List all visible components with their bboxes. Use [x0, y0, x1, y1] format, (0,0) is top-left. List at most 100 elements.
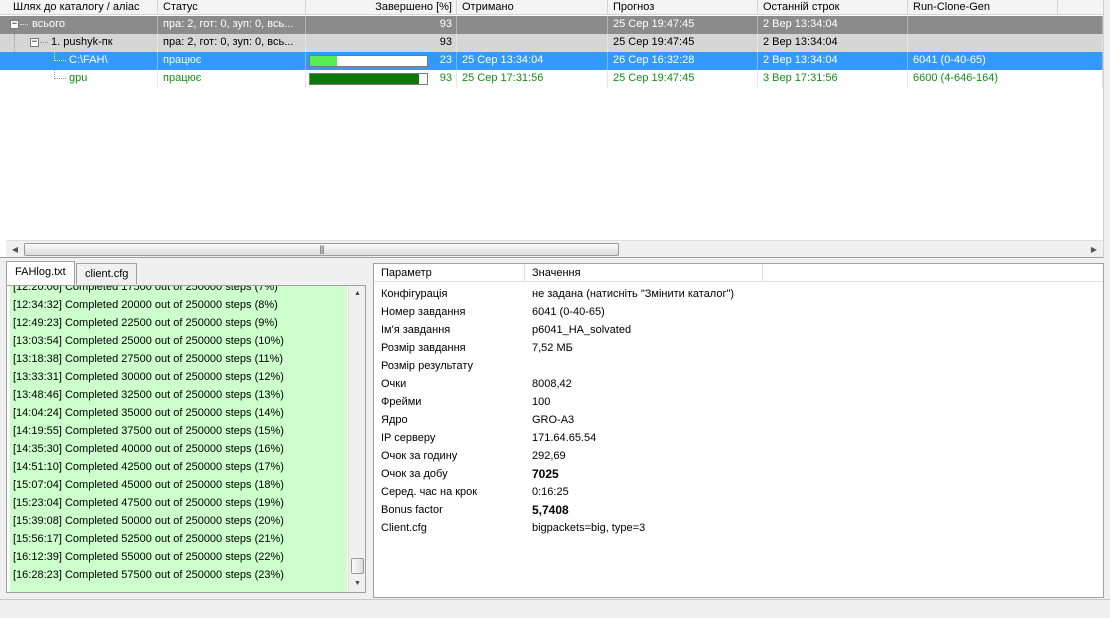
progress-fill — [310, 74, 419, 84]
row-deadline: 2 Вер 13:34:04 — [758, 16, 908, 34]
table-row-gpu[interactable]: gpu працює 93 25 Сер 17:31:56 25 Сер 19:… — [0, 70, 1103, 88]
log-line: [14:04:24] Completed 35000 out of 250000… — [13, 407, 284, 419]
log-line: [12:20:06] Completed 17500 out of 250000… — [13, 286, 278, 293]
row-path: всього — [28, 16, 158, 34]
row-forecast: 26 Сер 16:32:28 — [608, 52, 758, 70]
row-percent: 23 — [439, 54, 452, 66]
param-name: Розмір результату — [381, 360, 473, 372]
collapse-icon[interactable]: − — [10, 20, 19, 29]
log-textbox[interactable]: [12:20:06] Completed 17500 out of 250000… — [6, 285, 366, 593]
row-percent: 93 — [306, 16, 457, 34]
row-received: 25 Сер 13:34:04 — [457, 52, 608, 70]
row-received: 25 Сер 17:31:56 — [457, 70, 608, 88]
table-row-total[interactable]: − всього пра: 2, гот: 0, зуп: 0, всь... … — [0, 16, 1103, 34]
param-name: Конфігурація — [381, 288, 448, 300]
param-row: Очок за годину 292,69 — [374, 447, 1103, 465]
log-line: [16:28:23] Completed 57500 out of 250000… — [13, 569, 284, 581]
scroll-down-icon[interactable]: ▼ — [350, 577, 365, 591]
row-received — [457, 34, 608, 52]
param-name: Очок за добу — [381, 468, 448, 480]
row-path: C:\FAH\ — [64, 52, 158, 70]
row-rcg — [908, 34, 1103, 52]
log-vertical-scrollbar[interactable]: ▲ ▼ — [348, 286, 365, 592]
log-line: [13:33:31] Completed 30000 out of 250000… — [13, 371, 284, 383]
param-value: 8008,42 — [532, 378, 572, 390]
progress-fill — [310, 56, 337, 66]
param-value: не задана (натисніть "Змінити каталог") — [532, 288, 735, 300]
row-received — [457, 16, 608, 34]
column-header-percent[interactable]: Завершено [%] — [306, 0, 457, 15]
column-header-value[interactable]: Значення — [525, 264, 763, 282]
horizontal-scrollbar[interactable]: ◀ ||| ▶ — [6, 240, 1103, 257]
column-header-deadline[interactable]: Останній строк — [758, 0, 908, 15]
param-value: GRO-A3 — [532, 414, 575, 426]
param-row: Фрейми 100 — [374, 393, 1103, 411]
table-row-fah[interactable]: C:\FAH\ працює 23 25 Сер 13:34:04 26 Сер… — [0, 52, 1103, 70]
tree-connector — [20, 24, 28, 25]
column-header-path[interactable]: Шлях до каталогу / аліас — [8, 0, 158, 15]
tab-client-cfg[interactable]: client.cfg — [76, 263, 138, 284]
param-row: IP серверу 171.64.65.54 — [374, 429, 1103, 447]
work-units-grid: Шлях до каталогу / аліас Статус Завершен… — [0, 0, 1110, 258]
column-header-rcg[interactable]: Run-Clone-Gen — [908, 0, 1058, 15]
log-line: [12:34:32] Completed 20000 out of 250000… — [13, 299, 278, 311]
param-row: Bonus factor 5,7408 — [374, 501, 1103, 519]
progress-bar — [309, 73, 428, 85]
log-line: [13:18:38] Completed 27500 out of 250000… — [13, 353, 284, 365]
row-path: 1. pushyk-пк — [47, 34, 158, 52]
param-row: Ім'я завдання p6041_HA_solvated — [374, 321, 1103, 339]
param-name: Фрейми — [381, 396, 422, 408]
param-row: Очок за добу 7025 — [374, 465, 1103, 483]
column-header-received[interactable]: Отримано — [457, 0, 608, 15]
scrollbar-thumb[interactable]: ||| — [24, 243, 619, 256]
row-path: gpu — [64, 70, 158, 88]
param-row: Номер завдання 6041 (0-40-65) — [374, 303, 1103, 321]
log-panel: FAHlog.txt client.cfg [12:20:06] Complet… — [0, 260, 372, 598]
log-line: [14:51:10] Completed 42500 out of 250000… — [13, 461, 284, 473]
column-header-status[interactable]: Статус — [158, 0, 306, 15]
param-name: Bonus factor — [381, 504, 443, 516]
tab-fahlog[interactable]: FAHlog.txt — [6, 261, 75, 285]
row-percent: 93 — [306, 34, 457, 52]
param-name: Client.cfg — [381, 522, 427, 534]
param-value: 292,69 — [532, 450, 566, 462]
scroll-left-icon[interactable]: ◀ — [8, 243, 22, 256]
row-deadline: 2 Вер 13:34:04 — [758, 52, 908, 70]
param-value: 5,7408 — [532, 503, 569, 517]
log-line: [15:39:08] Completed 50000 out of 250000… — [13, 515, 284, 527]
progress-bar — [309, 55, 428, 67]
log-line: [12:49:23] Completed 22500 out of 250000… — [13, 317, 278, 329]
scrollbar-thumb[interactable] — [351, 558, 364, 574]
table-row-pc[interactable]: − 1. pushyk-пк пра: 2, гот: 0, зуп: 0, в… — [0, 34, 1103, 52]
param-value: bigpackets=big, type=3 — [532, 522, 646, 534]
scroll-right-icon[interactable]: ▶ — [1087, 243, 1101, 256]
param-value: 171.64.65.54 — [532, 432, 597, 444]
param-name: IP серверу — [381, 432, 436, 444]
column-header-parameter[interactable]: Параметр — [374, 264, 525, 282]
status-bar — [0, 599, 1110, 618]
row-status: працює — [158, 70, 306, 88]
collapse-icon[interactable]: − — [30, 38, 39, 47]
param-name: Ім'я завдання — [381, 324, 451, 336]
param-value: p6041_HA_solvated — [532, 324, 632, 336]
param-value: 6041 (0-40-65) — [532, 306, 605, 318]
row-rcg: 6041 (0-40-65) — [908, 52, 1103, 70]
row-status: пра: 2, гот: 0, зуп: 0, всь... — [158, 16, 306, 34]
column-header-forecast[interactable]: Прогноз — [608, 0, 758, 15]
param-row: Конфігурація не задана (натисніть "Змінит… — [374, 285, 1103, 303]
row-status: пра: 2, гот: 0, зуп: 0, всь... — [158, 34, 306, 52]
row-deadline: 2 Вер 13:34:04 — [758, 34, 908, 52]
scroll-up-icon[interactable]: ▲ — [350, 287, 365, 301]
log-line: [14:35:30] Completed 40000 out of 250000… — [13, 443, 284, 455]
vertical-scrollbar-track[interactable] — [1103, 0, 1110, 258]
row-forecast: 25 Сер 19:47:45 — [608, 70, 758, 88]
row-percent-cell: 23 — [306, 52, 457, 70]
param-value: 7025 — [532, 467, 559, 481]
param-name: Розмір завдання — [381, 342, 466, 354]
log-line: [13:03:54] Completed 25000 out of 250000… — [13, 335, 284, 347]
param-value: 0:16:25 — [532, 486, 569, 498]
row-forecast: 25 Сер 19:47:45 — [608, 16, 758, 34]
row-forecast: 25 Сер 19:47:45 — [608, 34, 758, 52]
param-row: Очки 8008,42 — [374, 375, 1103, 393]
parameters-panel: Параметр Значення Конфігурація не задана … — [373, 263, 1104, 598]
